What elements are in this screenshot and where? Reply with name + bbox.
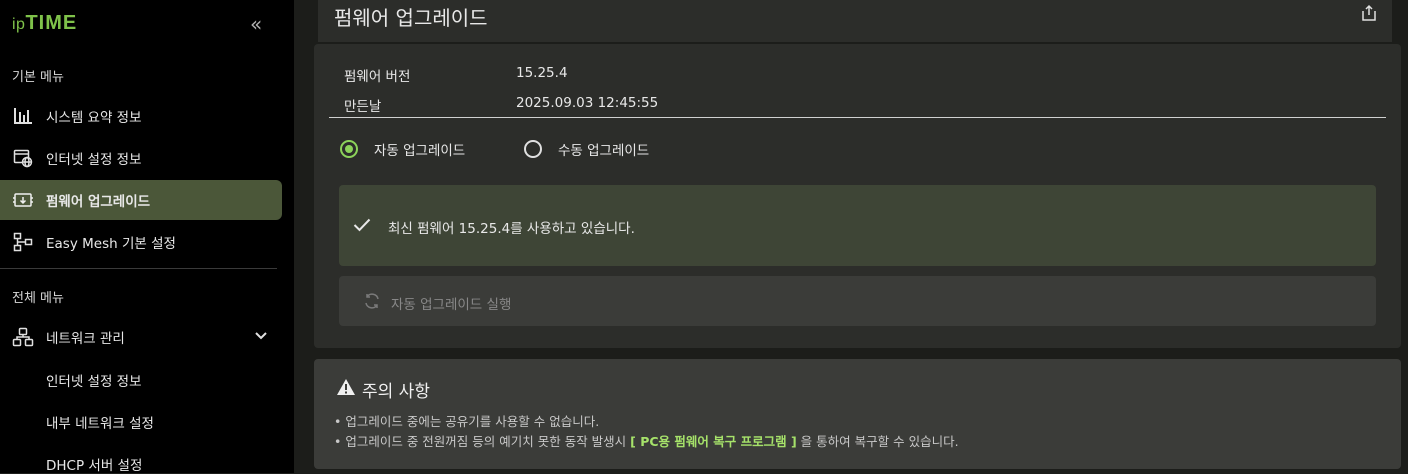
warning-icon [336, 378, 356, 401]
refresh-icon [363, 292, 381, 314]
manual-upgrade-radio[interactable]: 수동 업그레이드 [524, 139, 649, 159]
build-date-value: 2025.09.03 12:45:55 [516, 95, 659, 111]
sidebar-item-label: Easy Mesh 기본 설정 [46, 236, 176, 252]
notice-panel: 주의 사항 • 업그레이드 중에는 공유기를 사용할 수 없습니다. • 업그레… [314, 359, 1401, 469]
check-icon [353, 217, 371, 237]
mesh-icon [12, 231, 34, 253]
sidebar-item-easy-mesh[interactable]: Easy Mesh 기본 설정 [0, 222, 282, 262]
sidebar-subitem-lan-settings[interactable]: 내부 네트워크 설정 [46, 412, 154, 432]
sidebar-group-label: 네트워크 관리 [46, 331, 125, 347]
sidebar-item-label: 시스템 요약 정보 [46, 110, 142, 126]
radio-selected-icon [340, 140, 358, 158]
iptime-logo[interactable]: ipTIME [12, 12, 77, 35]
notice-line-2-pre: • 업그레이드 중 전원꺼짐 등의 예기치 못한 동작 발생시 [334, 434, 627, 449]
sidebar-divider [0, 268, 277, 269]
firmware-card: 펌웨어 버전 15.25.4 만든날 2025.09.03 12:45:55 자… [314, 44, 1401, 348]
chevron-down-icon[interactable] [254, 329, 268, 345]
recovery-program-link[interactable]: [ PC용 펌웨어 복구 프로그램 ] [630, 434, 797, 449]
notice-line-2: • 업그레이드 중 전원꺼짐 등의 예기치 못한 동작 발생시 [ PC용 펌웨… [334, 431, 959, 450]
sidebar-item-system-summary[interactable]: 시스템 요약 정보 [0, 96, 282, 136]
collapse-sidebar-icon[interactable]: « [250, 12, 262, 36]
radio-unselected-icon [524, 140, 542, 158]
export-icon[interactable] [1360, 4, 1378, 26]
sidebar-item-label: 인터넷 설정 정보 [46, 152, 142, 168]
auto-upgrade-radio[interactable]: 자동 업그레이드 [340, 139, 465, 159]
firmware-version-value: 15.25.4 [516, 65, 568, 81]
notice-title: 주의 사항 [362, 382, 430, 402]
sidebar-item-label: 펌웨어 업그레이드 [46, 194, 151, 210]
sidebar-item-firmware-upgrade[interactable]: 펌웨어 업그레이드 [0, 180, 282, 220]
page-title: 펌웨어 업그레이드 [334, 6, 488, 30]
notice-heading: 주의 사항 [336, 377, 430, 402]
manual-upgrade-label: 수동 업그레이드 [558, 143, 650, 159]
internet-settings-icon [12, 147, 34, 169]
page-header: 펌웨어 업그레이드 [318, 0, 1392, 42]
status-box: 최신 펌웨어 15.25.4를 사용하고 있습니다. [339, 185, 1376, 266]
run-auto-upgrade-label: 자동 업그레이드 실행 [391, 297, 512, 313]
sidebar-group-network[interactable]: 네트워크 관리 [0, 317, 282, 357]
all-menu-title: 전체 메뉴 [12, 291, 64, 306]
sidebar: ipTIME « 기본 메뉴 시스템 요약 정보 인터넷 설정 정보 펌웨어 업… [0, 0, 294, 474]
basic-menu-title: 기본 메뉴 [12, 70, 64, 85]
build-date-label: 만든날 [344, 99, 382, 115]
sidebar-item-internet-settings[interactable]: 인터넷 설정 정보 [0, 138, 282, 178]
network-icon [12, 326, 34, 348]
bar-chart-icon [12, 105, 34, 127]
main-content: 펌웨어 업그레이드 펌웨어 버전 15.25.4 만든날 2025.09.03 … [294, 0, 1408, 473]
logo-prefix: ip [12, 16, 26, 33]
card-divider [329, 117, 1386, 118]
notice-line-2-post: 을 통하여 복구할 수 있습니다. [800, 434, 959, 449]
firmware-version-label: 펌웨어 버전 [344, 69, 411, 85]
sidebar-subitem-internet-settings[interactable]: 인터넷 설정 정보 [46, 370, 142, 390]
logo-name: TIME [25, 12, 78, 34]
auto-upgrade-label: 자동 업그레이드 [374, 143, 466, 159]
notice-line-1: • 업그레이드 중에는 공유기를 사용할 수 없습니다. [334, 414, 600, 429]
status-message: 최신 펌웨어 15.25.4를 사용하고 있습니다. [388, 221, 635, 237]
firmware-icon [12, 189, 34, 211]
run-auto-upgrade-button[interactable]: 자동 업그레이드 실행 [339, 276, 1376, 326]
sidebar-subitem-dhcp-settings[interactable]: DHCP 서버 설정 [46, 454, 142, 474]
